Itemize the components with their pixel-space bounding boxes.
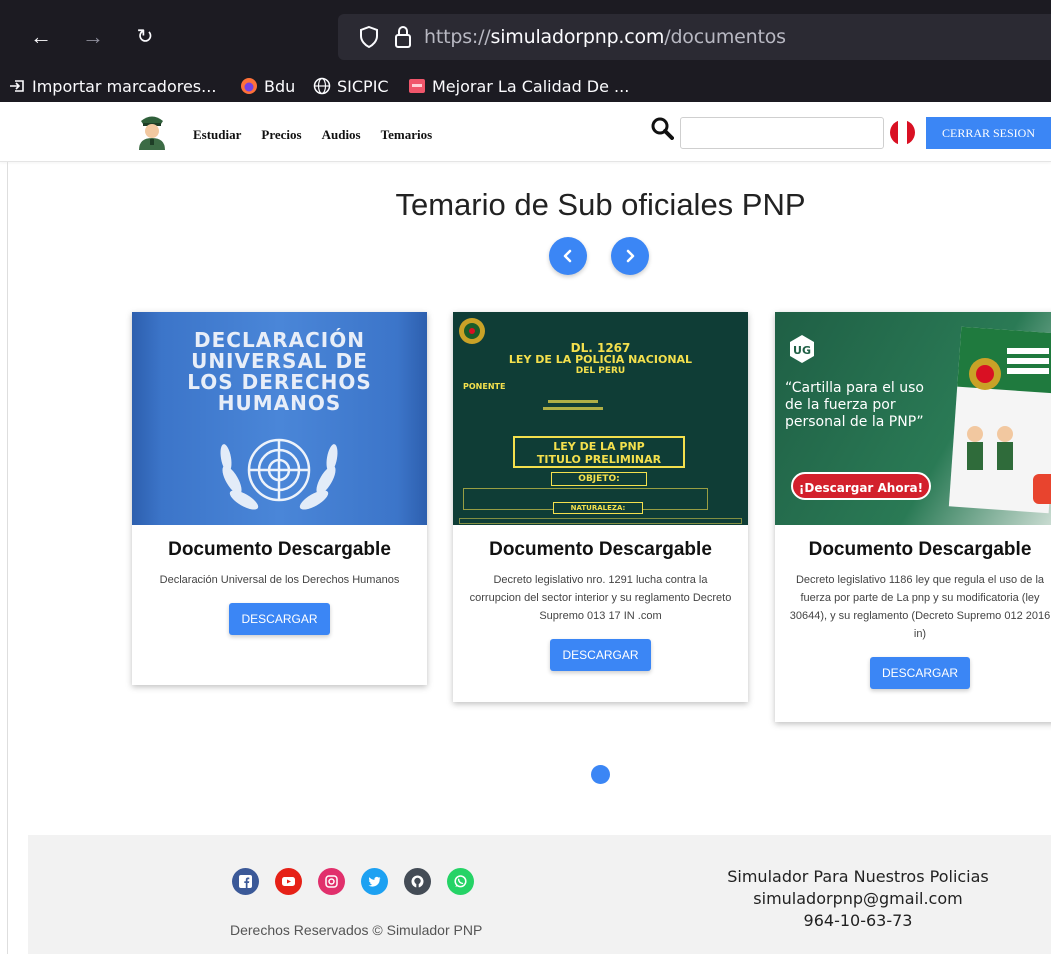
card-description: Decreto legislativo nro. 1291 lucha cont… <box>469 574 732 622</box>
copyright-text: Derechos Reservados © Simulador PNP <box>230 922 483 938</box>
contact-email: simuladorpnp@gmail.com <box>753 889 963 908</box>
back-icon[interactable]: ← <box>26 22 56 52</box>
facebook-icon[interactable] <box>232 868 259 895</box>
chevron-right-icon <box>626 249 635 263</box>
lock-icon[interactable] <box>394 25 412 49</box>
logout-button[interactable]: CERRAR SESION <box>926 117 1051 149</box>
forward-icon[interactable]: → <box>78 22 108 52</box>
image-text: UNIVERSAL DE <box>191 349 368 373</box>
card-image: DECLARACIÓN UNIVERSAL DE LOS DERECHOS HU… <box>132 312 427 525</box>
address-bar[interactable]: https://simuladorpnp.com/documentos <box>338 14 1051 60</box>
image-text: HUMANOS <box>217 391 342 415</box>
image-text: de la fuerza por <box>785 397 896 413</box>
search-input[interactable] <box>680 117 884 149</box>
bookmarks-bar: Importar marcadores... Bdu SICPIC Mejora… <box>0 68 1051 102</box>
reload-icon[interactable]: ↻ <box>130 22 160 52</box>
download-button[interactable]: DESCARGAR <box>869 657 970 689</box>
document-card: UG “Cartilla para el uso de la fuerza po… <box>775 312 1051 722</box>
card-description: Declaración Universal de los Derechos Hu… <box>159 574 400 586</box>
document-card: DECLARACIÓN UNIVERSAL DE LOS DERECHOS HU… <box>132 312 427 685</box>
browser-toolbar: ← → ↻ https://simuladorpnp.com/documento… <box>0 0 1051 102</box>
card-title: Documento Descargable <box>168 539 391 560</box>
divider <box>7 162 8 954</box>
image-text: personal de la PNP” <box>785 414 924 430</box>
bookmark-label: Mejorar La Calidad De ... <box>432 76 630 96</box>
download-button[interactable]: DESCARGAR <box>229 603 330 635</box>
card-image: UG “Cartilla para el uso de la fuerza po… <box>775 312 1051 525</box>
image-text: PONENTE <box>463 382 506 391</box>
image-text: LEY DE LA POLICIA NACIONAL <box>508 353 693 366</box>
image-text: DEL PERU <box>575 366 626 376</box>
footer: Derechos Reservados © Simulador PNP Simu… <box>28 835 1051 954</box>
bookmark-label: SICPIC <box>337 76 389 96</box>
un-emblem-icon <box>220 438 338 510</box>
bookmark-label: Bdu <box>264 76 296 96</box>
whatsapp-icon[interactable] <box>447 868 474 895</box>
bookmark-bdu[interactable]: Bdu <box>240 74 295 98</box>
contact-phone: 964-10-63-73 <box>803 911 913 930</box>
site-navbar: Estudiar Precios Audios Temarios CERRAR … <box>0 102 1051 162</box>
nav-estudiar[interactable]: Estudiar <box>193 127 241 143</box>
carousel-indicator[interactable] <box>591 765 610 784</box>
card-title: Documento Descargable <box>489 539 712 560</box>
ug-logo-icon: UG <box>790 335 814 363</box>
image-text: ¡Descargar Ahora! <box>791 472 931 500</box>
youtube-icon[interactable] <box>275 868 302 895</box>
image-text: OBJETO: <box>551 472 647 486</box>
download-button[interactable]: DESCARGAR <box>550 639 651 671</box>
nav-links: Estudiar Precios Audios Temarios <box>193 127 432 143</box>
image-text: NATURALEZA: <box>553 502 643 514</box>
card-image: DL. 1267 LEY DE LA POLICIA NACIONAL DEL … <box>453 312 748 525</box>
app-icon <box>409 79 425 93</box>
image-text: “Cartilla para el uso <box>785 380 924 396</box>
carousel-prev-button[interactable] <box>549 237 587 275</box>
chevron-left-icon <box>563 249 572 263</box>
police-logo-icon[interactable] <box>137 110 167 150</box>
shield-icon[interactable] <box>360 26 378 48</box>
peru-flag-icon[interactable] <box>890 120 915 145</box>
image-text: LEY DE LA PNP <box>553 440 645 453</box>
bookmark-mejorar[interactable]: Mejorar La Calidad De ... <box>408 74 629 98</box>
image-text: DECLARACIÓN <box>194 328 365 352</box>
firefox-icon <box>241 78 257 94</box>
search-icon[interactable] <box>650 116 674 140</box>
nav-precios[interactable]: Precios <box>261 127 301 143</box>
url-text[interactable]: https://simuladorpnp.com/documentos <box>424 26 786 48</box>
page-title: Temario de Sub oficiales PNP <box>395 187 806 222</box>
nav-audios[interactable]: Audios <box>322 127 361 143</box>
card-description: Decreto legislativo 1186 ley que regula … <box>789 574 1051 640</box>
import-icon <box>10 80 24 92</box>
contact-name: Simulador Para Nuestros Policias <box>727 867 989 886</box>
booklet-icon <box>948 326 1051 514</box>
instagram-icon[interactable] <box>318 868 345 895</box>
image-text: TITULO PRELIMINAR <box>536 453 662 466</box>
image-text: LOS DERECHOS <box>187 370 372 394</box>
bookmark-sicpic[interactable]: SICPIC <box>313 74 389 98</box>
bookmark-label: Importar marcadores... <box>32 76 217 96</box>
twitter-icon[interactable] <box>361 868 388 895</box>
github-icon[interactable] <box>404 868 431 895</box>
contact-info: Simulador Para Nuestros Policias simulad… <box>688 866 1028 932</box>
nav-temarios[interactable]: Temarios <box>381 127 433 143</box>
carousel-next-button[interactable] <box>611 237 649 275</box>
bookmark-import[interactable]: Importar marcadores... <box>8 74 216 98</box>
svg-text:UG: UG <box>793 344 811 357</box>
document-card: DL. 1267 LEY DE LA POLICIA NACIONAL DEL … <box>453 312 748 702</box>
globe-icon <box>313 77 331 95</box>
card-title: Documento Descargable <box>808 539 1032 560</box>
